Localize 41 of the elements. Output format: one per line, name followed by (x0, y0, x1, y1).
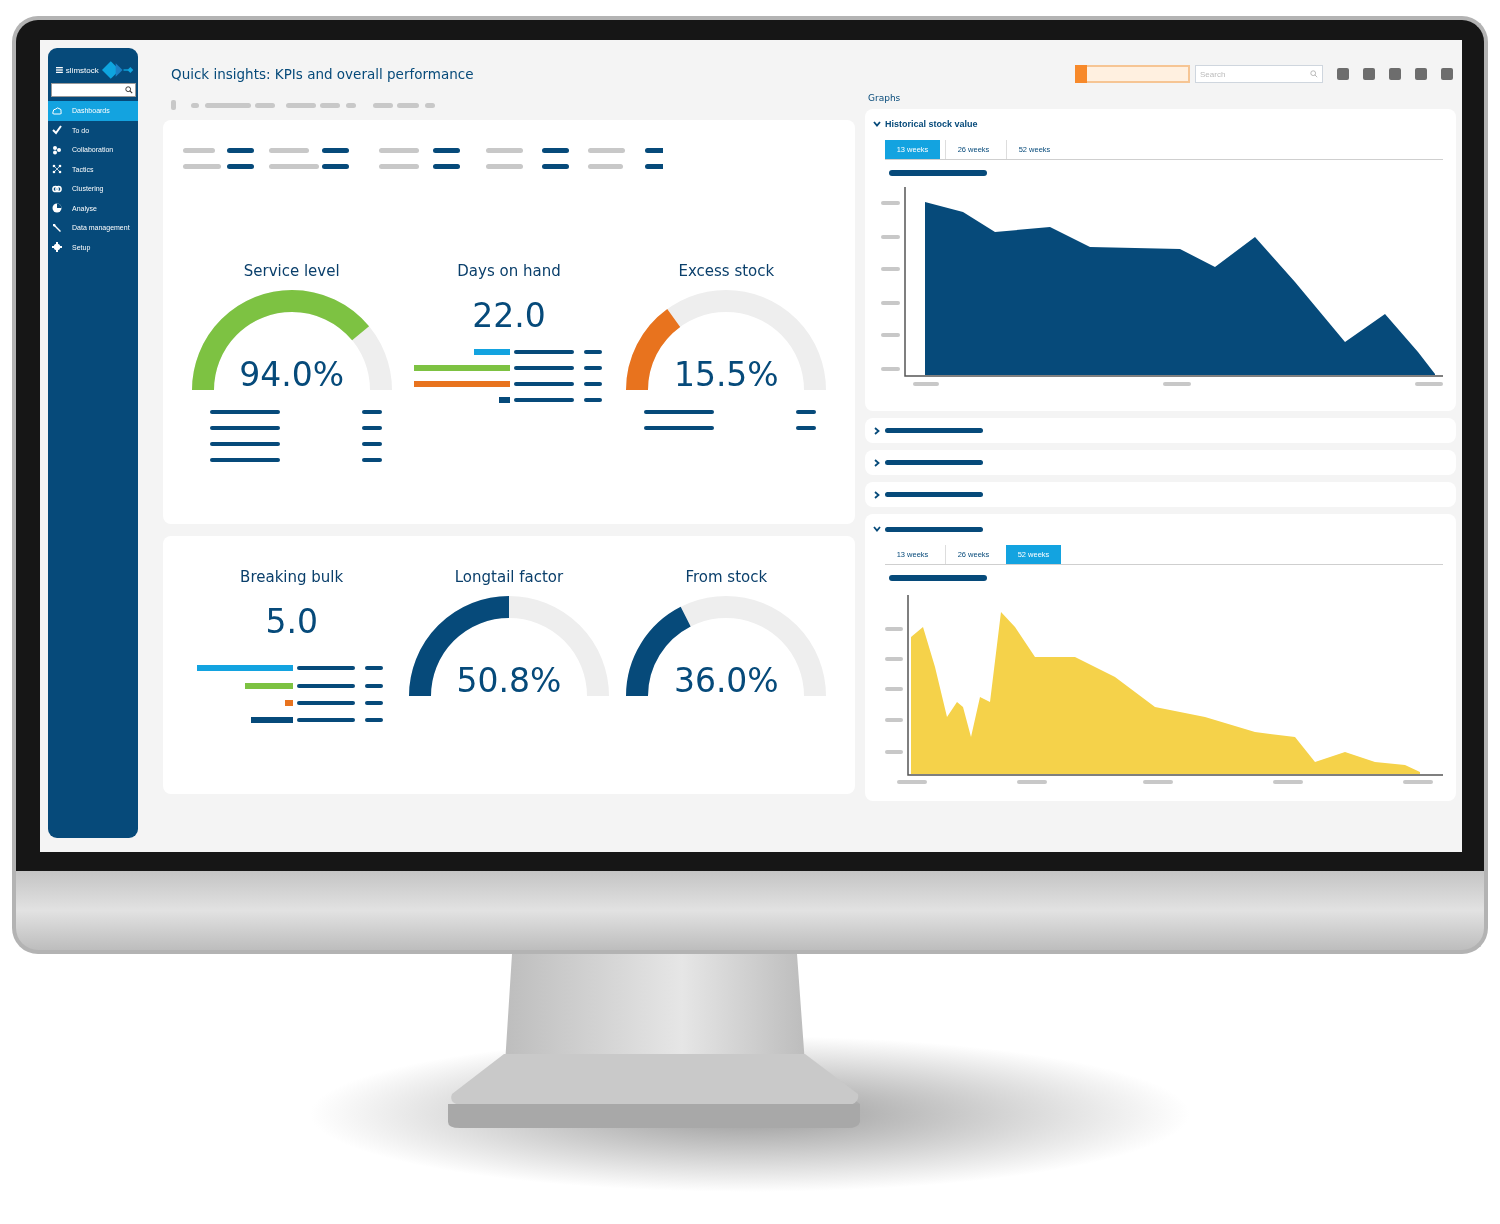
toolbar-button[interactable] (1337, 68, 1349, 80)
chevron-down-icon (873, 120, 881, 128)
check-icon (52, 125, 62, 136)
toolbar-button[interactable] (1363, 68, 1375, 80)
gear-icon (52, 242, 62, 253)
cloud-icon (52, 105, 62, 116)
input-field[interactable] (1075, 65, 1190, 83)
page-title: Quick insights: KPIs and overall performance (170, 66, 475, 84)
kpi-value: 36.0% (672, 661, 780, 700)
search-icon (1310, 70, 1318, 78)
kpi-title: Days on hand (457, 262, 561, 280)
chevron-right-icon (873, 490, 881, 499)
chevron-right-icon (873, 458, 881, 467)
wrench-icon (52, 222, 62, 233)
toolbar-button[interactable] (1441, 68, 1453, 80)
chevron-right-icon (873, 426, 881, 435)
pie-icon (52, 203, 62, 214)
diamond-logo-icon (100, 60, 134, 80)
kpi-title: Breaking bulk (240, 568, 344, 586)
rings-icon (52, 183, 62, 194)
people-icon (52, 144, 62, 155)
section-label: Graphs (867, 93, 902, 105)
kpi-value: 15.5% (672, 355, 780, 394)
panel-header[interactable]: Historical stock value (873, 117, 1446, 131)
search-placeholder: Search (1200, 69, 1226, 79)
toolbar-button[interactable] (1389, 68, 1401, 80)
brand-name: slimstock (65, 65, 99, 75)
search-icon (125, 86, 133, 94)
kpi-value: 50.8% (455, 661, 563, 700)
toolbar-button[interactable] (1415, 68, 1427, 80)
nodes-icon (52, 164, 62, 175)
kpi-title: Longtail factor (454, 568, 564, 586)
kpi-value: 22.0 (472, 296, 546, 335)
kpi-value: 5.0 (265, 602, 318, 641)
kpi-value: 94.0% (238, 355, 346, 394)
kpi-title: Service level (243, 262, 340, 280)
search-field[interactable] (51, 83, 136, 97)
chevron-down-icon (873, 525, 881, 533)
kpi-title: Excess stock (678, 262, 775, 280)
kpi-title: From stock (685, 568, 768, 586)
menu-icon[interactable] (56, 67, 63, 73)
